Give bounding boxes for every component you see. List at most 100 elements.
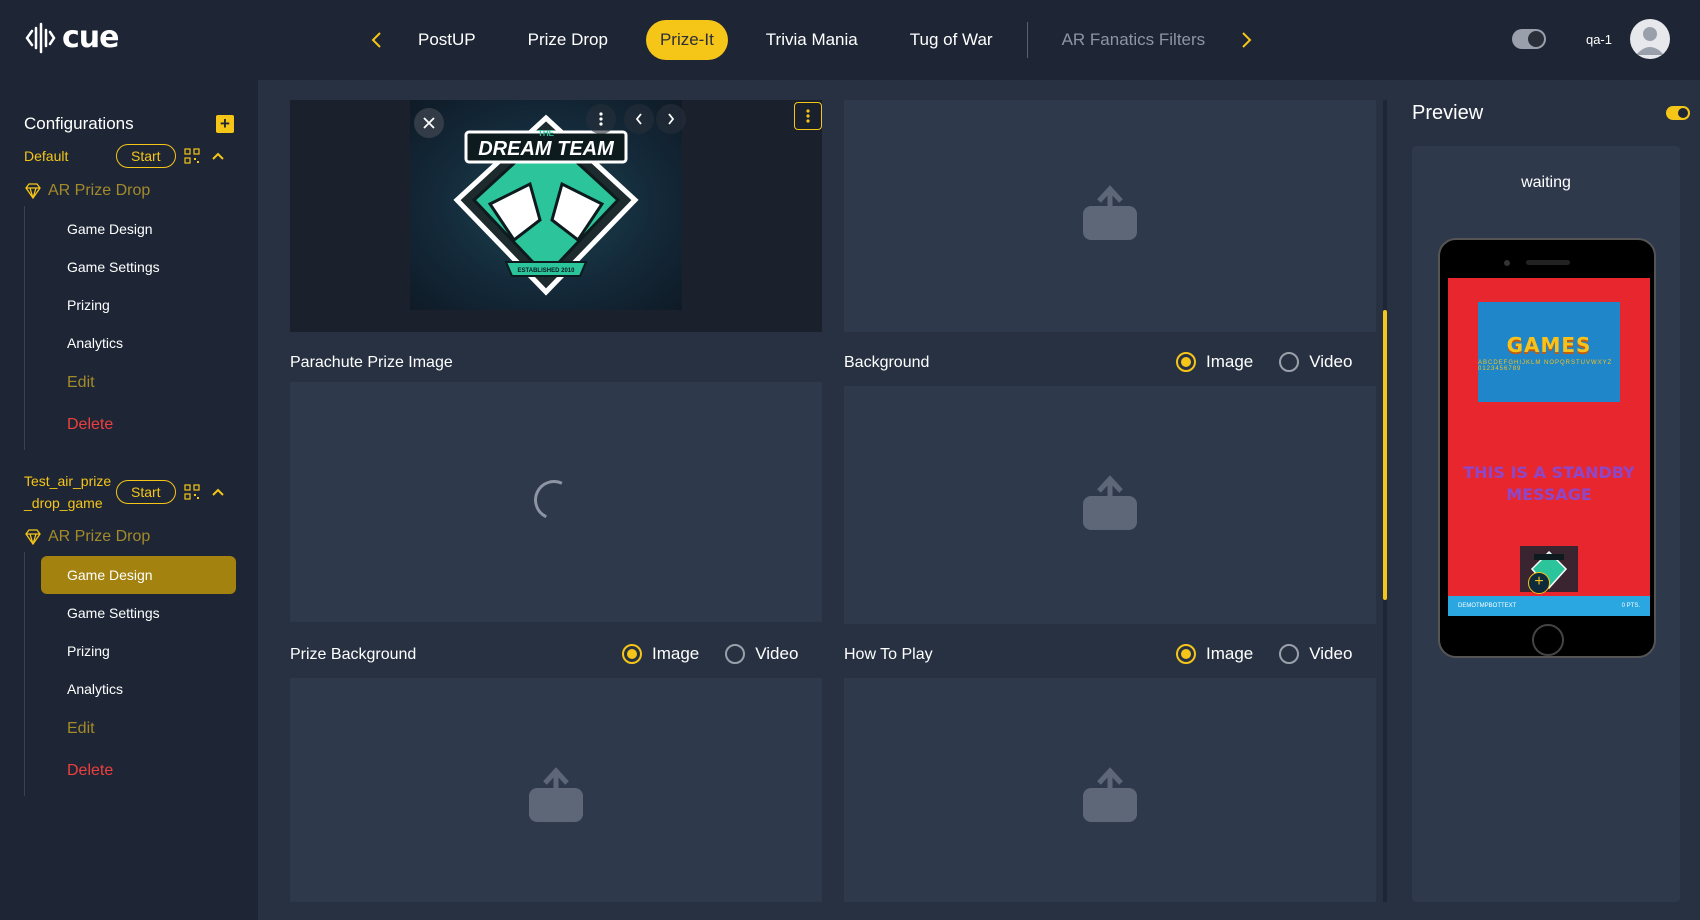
tab-postup[interactable]: PostUP (404, 20, 490, 60)
chevron-up-icon[interactable] (211, 488, 224, 496)
menu-item-edit[interactable]: Edit (41, 362, 236, 404)
menu-item-edit[interactable]: Edit (41, 708, 236, 750)
radio-label: Image (1206, 644, 1254, 663)
chevron-right-icon (1242, 32, 1252, 48)
upload-icon[interactable] (527, 766, 585, 824)
card-menu-button[interactable] (794, 102, 822, 130)
chevron-left-icon (371, 32, 381, 48)
background-video-radio[interactable]: Video (1279, 352, 1352, 372)
game-name[interactable]: Default (24, 145, 116, 167)
logo-main-text: DREAM TEAM (478, 138, 615, 160)
close-icon (423, 117, 435, 129)
game-menu: Game Design Game Settings Prizing Analyt… (24, 552, 236, 796)
prize-background-video-radio[interactable]: Video (725, 644, 798, 664)
add-configuration-button[interactable]: + (216, 115, 234, 133)
tab-prize-it[interactable]: Prize-It (645, 20, 728, 60)
menu-item-prizing[interactable]: Prizing (41, 632, 236, 670)
menu-item-analytics[interactable]: Analytics (41, 324, 236, 362)
configurations-title: Configurations (24, 114, 134, 133)
menu-item-game-design[interactable]: Game Design (41, 210, 236, 248)
phone-plus-icon: + (1528, 572, 1550, 594)
more-vertical-icon (806, 109, 810, 123)
app-logo[interactable]: cue (24, 20, 119, 55)
product-name: AR Prize Drop (48, 528, 151, 545)
tab-tug-of-war[interactable]: Tug of War (896, 20, 1007, 60)
chevron-right-icon (668, 113, 675, 125)
loading-spinner (528, 474, 580, 526)
radio-label: Video (755, 644, 799, 663)
phone-screen: GAMES ABCDEFGHIJKLM NOPQRSTUVWXYZ 012345… (1448, 278, 1650, 616)
theme-toggle[interactable] (1511, 29, 1546, 49)
logo-ribbon-text: ESTABLISHED 2010 (518, 268, 576, 274)
form-scrollbar[interactable] (1383, 100, 1387, 902)
username: qa-1 (1585, 31, 1612, 47)
games-word: GAMES (1506, 332, 1592, 357)
sidebar: Configurations + Default Start AR Prize … (0, 80, 258, 920)
tab-ar-fanatics-filters[interactable]: AR Fanatics Filters (1048, 20, 1220, 60)
upload-icon[interactable] (1081, 766, 1139, 824)
product-name: AR Prize Drop (48, 182, 151, 199)
logo-small-text: THE (538, 129, 555, 138)
background-type-radio: Image Video (1176, 352, 1352, 372)
menu-item-game-settings[interactable]: Game Settings (41, 248, 236, 286)
how-to-play-video-radio[interactable]: Video (1279, 644, 1352, 664)
scrollbar-thumb[interactable] (1383, 310, 1387, 600)
qr-code-icon[interactable] (183, 148, 200, 164)
game-menu: Game Design Game Settings Prizing Analyt… (24, 206, 236, 450)
prev-image-button[interactable] (624, 104, 654, 134)
game-type-nav: PostUP Prize Drop Prize-It Trivia Mania … (360, 20, 1263, 60)
chevron-up-icon[interactable] (211, 152, 224, 160)
radio-indicator (1176, 352, 1196, 372)
uploaded-image-card: THE DREAM TEAM ESTABLISHED 2010 (290, 100, 822, 332)
start-button[interactable]: Start (116, 144, 176, 168)
nav-prev-arrow[interactable] (360, 20, 392, 60)
prize-background-image-radio[interactable]: Image (622, 644, 699, 664)
game-config-default: Default Start AR Prize Drop Game Design … (24, 144, 236, 450)
how-to-play-type-radio: Image Video (1176, 644, 1352, 664)
user-area: qa-1 (1511, 19, 1670, 59)
next-image-button[interactable] (656, 104, 686, 134)
preview-toggle[interactable] (1666, 106, 1690, 120)
main-content: THE DREAM TEAM ESTABLISHED 2010 Parachut… (258, 80, 1700, 920)
configurations-header: Configurations + (24, 114, 234, 134)
phone-bar-right: 0 PTS. (1621, 603, 1640, 609)
upload-icon[interactable] (1081, 184, 1139, 242)
product-label: AR Prize Drop (24, 182, 236, 200)
upload-area-top-right[interactable] (844, 100, 1376, 332)
radio-indicator (1279, 644, 1300, 664)
menu-item-delete[interactable]: Delete (41, 750, 236, 792)
menu-item-prizing[interactable]: Prizing (41, 286, 236, 324)
remove-image-button[interactable] (414, 108, 444, 138)
parachute-prize-image-upload[interactable] (290, 382, 822, 622)
games-sub: ABCDEFGHIJKLM NOPQRSTUVWXYZ 0123456789 (1478, 359, 1613, 372)
avatar[interactable] (1630, 19, 1670, 59)
menu-item-analytics[interactable]: Analytics (41, 670, 236, 708)
menu-item-game-settings[interactable]: Game Settings (41, 594, 236, 632)
qr-code-icon[interactable] (183, 484, 200, 500)
how-to-play-image-radio[interactable]: Image (1176, 644, 1253, 664)
chevron-left-icon (635, 113, 642, 125)
tab-trivia-mania[interactable]: Trivia Mania (752, 20, 872, 60)
game-config-test: Test_air_prize_drop_game Start AR Prize … (24, 470, 236, 796)
menu-item-delete[interactable]: Delete (41, 404, 236, 446)
upload-icon[interactable] (1081, 474, 1139, 532)
nav-next-arrow[interactable] (1231, 20, 1263, 60)
top-bar: cue PostUP Prize Drop Prize-It Trivia Ma… (0, 0, 1700, 80)
phone-mockup: GAMES ABCDEFGHIJKLM NOPQRSTUVWXYZ 012345… (1438, 238, 1656, 658)
how-to-play-title: How To Play (844, 646, 933, 663)
start-button[interactable]: Start (116, 480, 176, 504)
preview-box: waiting GAMES ABCDEFGHIJKLM NOPQRSTUVWXY… (1412, 146, 1680, 902)
background-upload[interactable] (844, 386, 1376, 624)
menu-item-game-design[interactable]: Game Design (41, 556, 236, 594)
diamond-icon (25, 183, 41, 199)
radio-indicator (622, 644, 642, 664)
image-options-button[interactable] (586, 104, 616, 134)
tab-prize-drop[interactable]: Prize Drop (514, 20, 622, 60)
background-image-radio[interactable]: Image (1176, 352, 1253, 372)
how-to-play-upload[interactable] (844, 678, 1376, 902)
prize-background-upload[interactable] (290, 678, 822, 902)
game-name[interactable]: Test_air_prize_drop_game (24, 470, 116, 514)
parachute-prize-image-title: Parachute Prize Image (290, 354, 453, 371)
prize-background-title: Prize Background (290, 646, 417, 663)
prize-background-type-radio: Image Video (622, 644, 798, 664)
